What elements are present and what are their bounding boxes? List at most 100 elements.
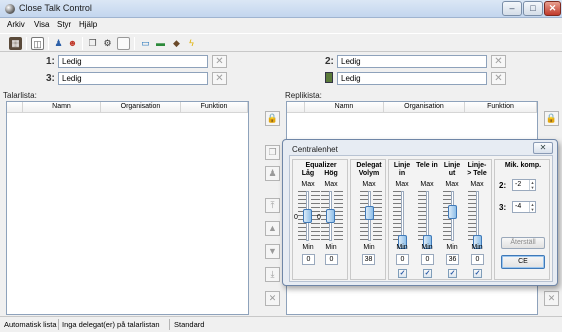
minimize-button[interactable]: – xyxy=(502,1,522,16)
mic-comp-row-2-spinner[interactable]: ▲ ▼ xyxy=(529,202,535,212)
line-0-max: Max xyxy=(395,181,409,188)
seat-4-remove-button[interactable]: ✕ xyxy=(491,72,506,85)
line-1-max: Max xyxy=(420,181,434,188)
title-bar: Close Talk Control – □ ✕ xyxy=(0,0,562,18)
replies-clear-button[interactable]: ✕ xyxy=(544,291,559,306)
seat-1-remove-button[interactable]: ✕ xyxy=(212,55,227,68)
replies-col-organisation[interactable]: Organisation xyxy=(384,102,465,113)
mic-comp-row-2-input[interactable]: -4 ▲ ▼ xyxy=(512,201,536,213)
equalizer-header: Equalizer xyxy=(305,162,337,169)
line-0-min: Min xyxy=(396,244,408,251)
seat-2-number: 2: xyxy=(325,56,334,67)
mic-comp-row-1-value: -2 xyxy=(515,181,522,188)
replies-col-index xyxy=(287,102,305,113)
speakers-col-organisation[interactable]: Organisation xyxy=(101,102,181,113)
speakers-list[interactable]: Namn Organisation Funktion xyxy=(6,101,249,315)
line-3-checkbox[interactable]: ✓ xyxy=(473,269,482,278)
delegate-volume-min: Min xyxy=(363,244,375,251)
line-3-header: Linje-> Tele xyxy=(467,162,487,177)
eq-high-max: Max xyxy=(324,181,338,188)
mic-comp-row-1-input[interactable]: -2 ▲ ▼ xyxy=(512,179,536,191)
eq-low-slider[interactable] xyxy=(303,209,312,223)
window-icon[interactable]: ◫ xyxy=(31,37,44,50)
move-bottom-button[interactable]: ⤓ xyxy=(265,267,280,282)
delegate-icon[interactable]: ♟ xyxy=(52,37,65,50)
line-icon[interactable]: ▬ xyxy=(154,37,167,50)
reset-button[interactable]: Återställ xyxy=(501,237,545,249)
conference-icon[interactable]: ▦ xyxy=(9,37,22,50)
line-0-value: 0 xyxy=(396,254,409,265)
delegate-volume-value: 38 xyxy=(362,254,375,265)
document-icon[interactable]: ❐ xyxy=(86,37,99,50)
dialog-close-button[interactable]: ✕ xyxy=(533,142,553,154)
menu-styr[interactable]: Styr xyxy=(57,20,71,29)
mic-comp-row-2-label: 3: xyxy=(499,203,507,212)
mic-comp-header: Mik. komp. xyxy=(504,162,542,169)
mic-comp-group: Mik. komp. 2: -2 ▲ ▼ 3: -4 ▲ ▼ Återställ C… xyxy=(494,159,550,280)
equalizer-low-label: Låg xyxy=(301,170,315,177)
replies-lock-icon[interactable]: 🔒 xyxy=(544,111,559,126)
lightning-icon[interactable]: ϟ xyxy=(185,37,198,50)
seat-4-field[interactable]: Ledig xyxy=(337,72,487,85)
lock-icon[interactable]: 🔒 xyxy=(265,111,280,126)
close-button[interactable]: ✕ xyxy=(544,1,561,16)
speakers-col-name[interactable]: Namn xyxy=(23,102,101,113)
delegate-add-icon[interactable]: ❐ xyxy=(265,145,280,160)
equalizer-group: Equalizer Låg Hög Max Max 0 0 Min Min 0 … xyxy=(292,159,348,280)
ce-button[interactable]: CE xyxy=(501,255,545,269)
user-icon[interactable]: ☻ xyxy=(66,37,79,50)
move-top-button[interactable]: ⤒ xyxy=(265,198,280,213)
replies-col-function[interactable]: Funktion xyxy=(465,102,537,113)
status-mode: Automatisk lista xyxy=(4,320,57,329)
line-3-min: Min xyxy=(471,244,483,251)
move-up-button[interactable]: ▲ xyxy=(265,221,280,236)
status-bar: Automatisk lista Inga delegat(er) på tal… xyxy=(0,316,562,332)
blank-icon[interactable] xyxy=(117,37,130,50)
seat-2-field[interactable]: Ledig xyxy=(337,55,487,68)
line-1-value: 0 xyxy=(421,254,434,265)
seat-2-remove-button[interactable]: ✕ xyxy=(491,55,506,68)
mic-comp-row-1-label: 2: xyxy=(499,181,507,190)
replies-col-name[interactable]: Namn xyxy=(305,102,384,113)
line-2-slider[interactable] xyxy=(448,205,457,219)
seat-1-number: 1: xyxy=(46,56,55,67)
mic-comp-row-1-spinner[interactable]: ▲ ▼ xyxy=(529,180,535,190)
lines-group: Linje in Max Min 0 ✓ Tele in Max Min 0 ✓ Linje ut M… xyxy=(388,159,492,280)
line-2-value: 36 xyxy=(446,254,459,265)
line-1-header: Tele in xyxy=(416,162,438,169)
eq-low-value: 0 xyxy=(302,254,315,265)
line-2-max: Max xyxy=(445,181,459,188)
line-2-checkbox[interactable]: ✓ xyxy=(448,269,457,278)
menu-visa[interactable]: Visa xyxy=(34,20,49,29)
seat-4-delegate-icon xyxy=(325,72,333,83)
central-unit-dialog: Centralenhet ✕ Equalizer Låg Hög Max Max… xyxy=(282,139,558,286)
line-1-checkbox[interactable]: ✓ xyxy=(423,269,432,278)
settings-icon[interactable]: ⚙ xyxy=(101,37,114,50)
seat-1-field[interactable]: Ledig xyxy=(58,55,208,68)
monitor-icon[interactable]: ▭ xyxy=(139,37,152,50)
eq-high-value: 0 xyxy=(325,254,338,265)
speakers-list-label: Talarlista: xyxy=(3,91,37,100)
line-2-min: Min xyxy=(446,244,458,251)
line-2-header: Linje ut xyxy=(443,162,461,177)
delegate-remove-icon[interactable]: ♟ xyxy=(265,166,280,181)
eq-low-min: Min xyxy=(302,244,314,251)
app-icon xyxy=(5,4,15,14)
toolbar: ▦ ◫ ♟ ☻ ❐ ⚙ ▭ ▬ ◆ ϟ xyxy=(0,33,562,52)
move-down-button[interactable]: ▼ xyxy=(265,244,280,259)
line-1-track xyxy=(426,191,429,241)
clear-list-button[interactable]: ✕ xyxy=(265,291,280,306)
line-0-checkbox[interactable]: ✓ xyxy=(398,269,407,278)
delegate-volume-group: Delegat Volym Max Min 38 xyxy=(350,159,386,280)
seat-3-remove-button[interactable]: ✕ xyxy=(212,72,227,85)
maximize-button[interactable]: □ xyxy=(523,1,543,16)
line-3-track xyxy=(476,191,479,241)
delegate-volume-slider[interactable] xyxy=(365,206,374,220)
eq-high-slider[interactable] xyxy=(326,209,335,223)
menu-hjalp[interactable]: Hjälp xyxy=(79,20,97,29)
speaker-icon[interactable]: ◆ xyxy=(170,37,183,50)
delegate-volume-header: Delegat Volym xyxy=(356,162,382,177)
menu-arkiv[interactable]: Arkiv xyxy=(7,20,25,29)
speakers-col-function[interactable]: Funktion xyxy=(181,102,248,113)
seat-3-field[interactable]: Ledig xyxy=(58,72,208,85)
